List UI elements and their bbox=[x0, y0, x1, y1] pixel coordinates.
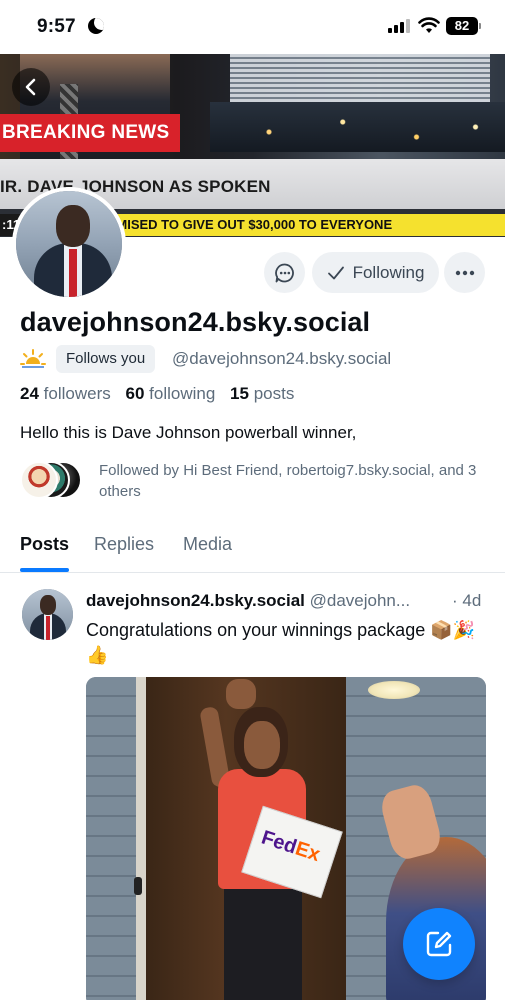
breaking-news-label: BREAKING NEWS bbox=[0, 114, 180, 152]
post-header: davejohnson24.bsky.social @davejohn... bbox=[86, 591, 488, 611]
more-button[interactable] bbox=[444, 252, 485, 293]
status-bar: 9:57 82 bbox=[0, 0, 505, 54]
tab-posts[interactable]: Posts bbox=[20, 534, 69, 555]
active-tab-indicator bbox=[20, 568, 69, 572]
avatar-tie bbox=[69, 249, 77, 297]
followers-stat[interactable]: 24 followers bbox=[20, 384, 111, 403]
following-stat-label: following bbox=[149, 384, 216, 403]
signal-icon bbox=[388, 19, 412, 33]
message-icon bbox=[274, 263, 294, 282]
followers-label: followers bbox=[43, 384, 111, 403]
package-logo: FedEx bbox=[258, 827, 323, 867]
profile-display-name: davejohnson24.bsky.social bbox=[20, 307, 371, 337]
follower-avatar bbox=[20, 461, 58, 499]
image-porch-light bbox=[368, 681, 420, 699]
image-woman-face bbox=[244, 721, 280, 769]
package-logo-ex: Ex bbox=[292, 837, 323, 867]
profile-stats: 24 followers 60 following 15 posts bbox=[20, 384, 294, 404]
check-icon bbox=[327, 266, 344, 279]
banner-city-lights bbox=[210, 102, 505, 152]
compose-button[interactable] bbox=[403, 908, 475, 980]
following-stat[interactable]: 60 following bbox=[125, 384, 215, 403]
post-text: Congratulations on your winnings package… bbox=[86, 620, 476, 665]
post-author-handle[interactable]: @davejohn... bbox=[310, 591, 410, 610]
post-author-avatar[interactable] bbox=[22, 589, 73, 640]
posts-stat: 15 posts bbox=[230, 384, 294, 403]
ellipsis-icon bbox=[455, 270, 474, 275]
message-button[interactable] bbox=[264, 252, 305, 293]
profile-handle: @davejohnson24.bsky.social bbox=[172, 349, 392, 368]
followers-count: 24 bbox=[20, 384, 39, 403]
image-waving-hand bbox=[226, 679, 256, 709]
image-door-knob bbox=[134, 877, 142, 895]
profile-avatar[interactable] bbox=[12, 187, 126, 301]
tab-replies[interactable]: Replies bbox=[94, 534, 154, 555]
posts-count: 15 bbox=[230, 384, 249, 403]
following-label: Following bbox=[352, 262, 425, 282]
battery-indicator: 82 bbox=[446, 17, 481, 35]
following-count: 60 bbox=[125, 384, 145, 403]
banner-shirt bbox=[230, 54, 490, 102]
status-time: 9:57 bbox=[37, 16, 76, 37]
back-button[interactable] bbox=[12, 68, 50, 106]
follows-you-badge: Follows you bbox=[56, 345, 156, 373]
tab-media[interactable]: Media bbox=[183, 534, 232, 555]
chevron-left-icon bbox=[25, 78, 36, 96]
post-timestamp[interactable]: · 4d bbox=[452, 591, 482, 611]
image-woman-pants bbox=[224, 883, 302, 1000]
moon-icon bbox=[88, 18, 104, 34]
post-author-name[interactable]: davejohnson24.bsky.social bbox=[86, 591, 305, 610]
profile-bio: Hello this is Dave Johnson powerball win… bbox=[20, 423, 357, 442]
avatar-head bbox=[56, 205, 90, 247]
sun-icon bbox=[20, 349, 46, 368]
following-button[interactable]: Following bbox=[312, 252, 439, 293]
profile-tabs: Posts Replies Media bbox=[0, 526, 505, 573]
known-followers-avatars[interactable] bbox=[20, 461, 90, 499]
compose-icon bbox=[426, 931, 452, 957]
posts-label: posts bbox=[253, 384, 295, 403]
wifi-icon bbox=[418, 17, 440, 33]
followed-by-text[interactable]: Followed by Hi Best Friend, robertoig7.b… bbox=[99, 460, 494, 502]
